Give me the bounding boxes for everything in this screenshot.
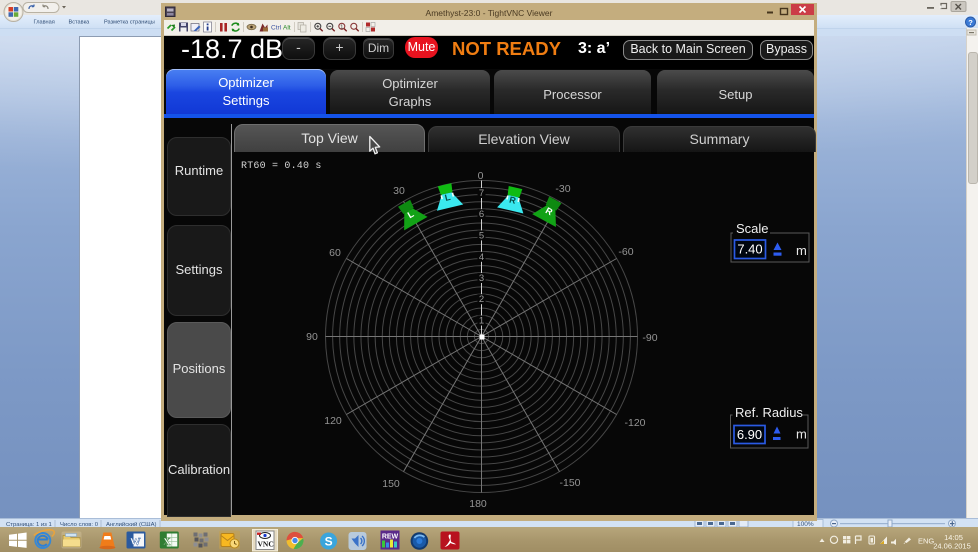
svg-text:90: 90 bbox=[306, 331, 318, 343]
svg-text:REW: REW bbox=[382, 534, 399, 541]
svg-text:X: X bbox=[163, 536, 171, 548]
svg-text:2: 2 bbox=[479, 294, 484, 305]
svg-text:1: 1 bbox=[479, 316, 484, 327]
svg-text:60: 60 bbox=[329, 247, 341, 259]
svg-text:-30: -30 bbox=[555, 183, 570, 195]
svg-text:Ref. Radius: Ref. Radius bbox=[735, 405, 803, 420]
svg-text:30: 30 bbox=[393, 185, 405, 197]
svg-text:6.90: 6.90 bbox=[737, 427, 762, 442]
svg-text:-150: -150 bbox=[559, 477, 580, 489]
svg-text:Ctrl: Ctrl bbox=[271, 25, 282, 32]
svg-text:m: m bbox=[796, 243, 807, 258]
svg-text:W: W bbox=[130, 536, 141, 548]
svg-text:120: 120 bbox=[324, 415, 342, 427]
svg-text:Alt: Alt bbox=[283, 25, 291, 32]
svg-text:Scale: Scale bbox=[736, 221, 769, 236]
svg-text:5: 5 bbox=[479, 230, 484, 241]
svg-text:24.06.2015: 24.06.2015 bbox=[933, 542, 971, 551]
svg-text:7: 7 bbox=[479, 188, 484, 199]
svg-text:ENG: ENG bbox=[918, 537, 934, 546]
svg-text:0: 0 bbox=[478, 170, 484, 182]
svg-text:4: 4 bbox=[479, 252, 484, 263]
svg-text:-60: -60 bbox=[618, 246, 633, 258]
svg-text:150: 150 bbox=[382, 478, 400, 490]
svg-text:?: ? bbox=[968, 18, 973, 27]
svg-text:S: S bbox=[325, 535, 333, 549]
svg-text:-120: -120 bbox=[624, 417, 645, 429]
svg-text:m: m bbox=[796, 427, 807, 442]
svg-text:-90: -90 bbox=[642, 332, 657, 344]
svg-text:3: 3 bbox=[479, 273, 484, 284]
svg-text:1: 1 bbox=[340, 25, 343, 31]
svg-text:6: 6 bbox=[479, 209, 484, 220]
svg-text:7.40: 7.40 bbox=[737, 242, 762, 257]
svg-text:VNC: VNC bbox=[258, 540, 274, 549]
svg-text:180: 180 bbox=[469, 498, 487, 510]
